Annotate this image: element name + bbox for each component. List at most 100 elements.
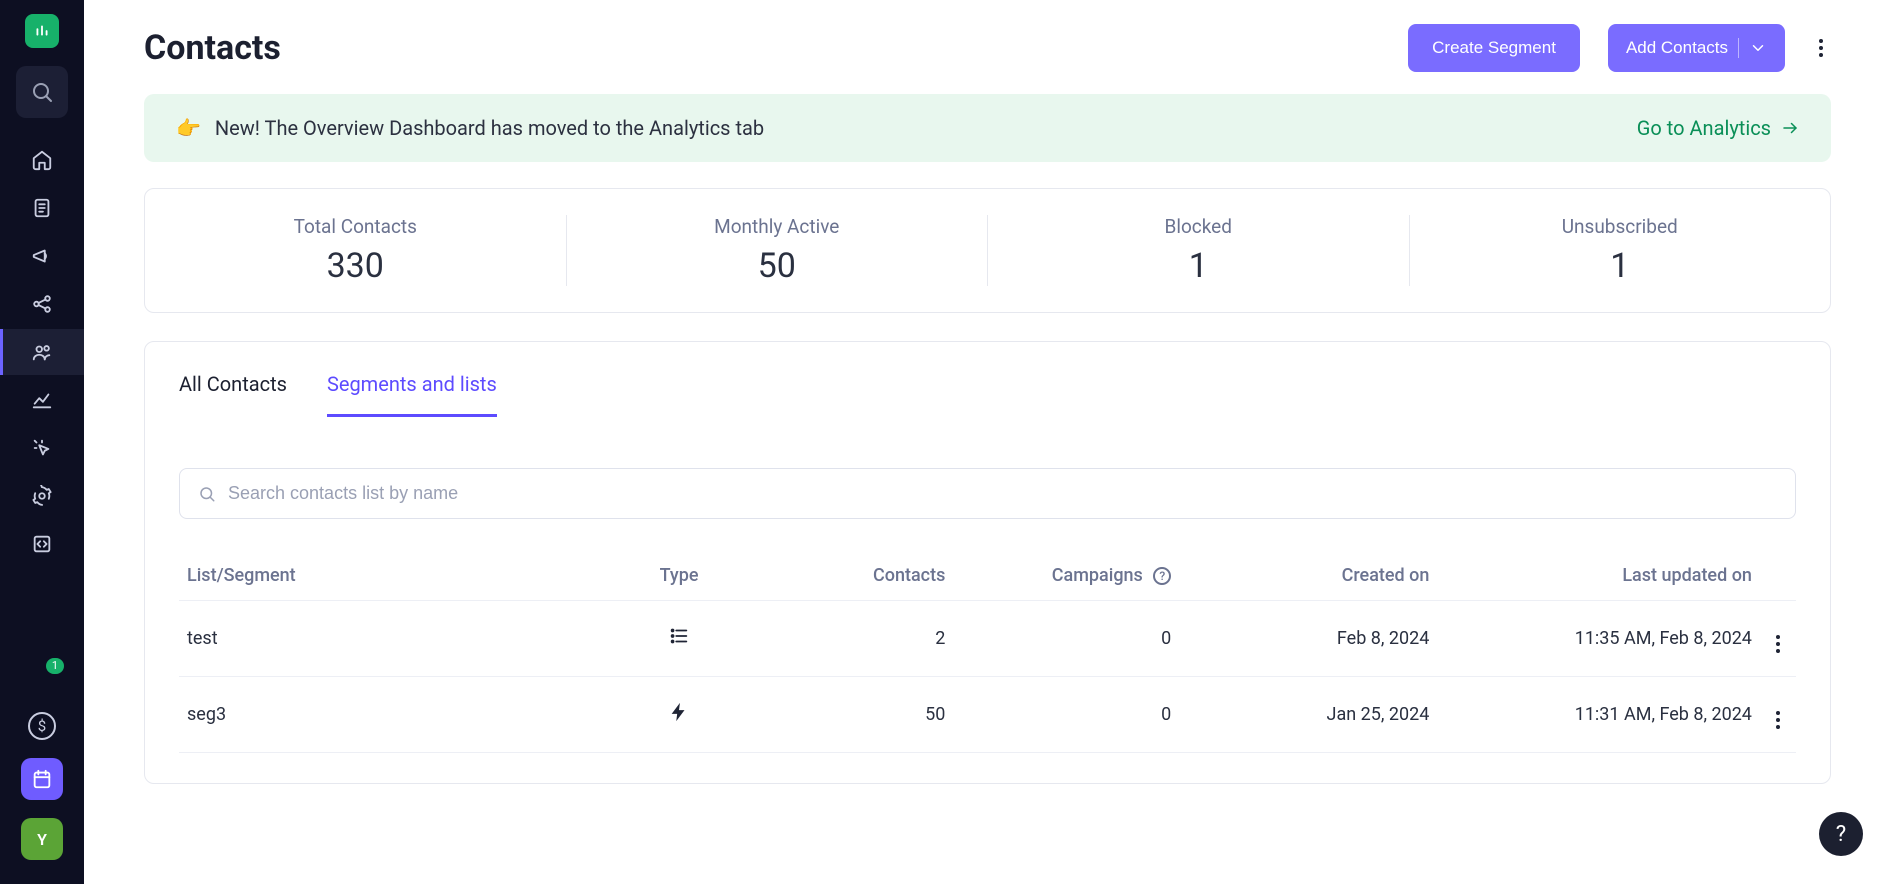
code-box-icon (31, 533, 53, 555)
button-divider (1738, 38, 1739, 58)
share-icon (31, 293, 53, 315)
nav-calendar[interactable] (21, 758, 63, 800)
tab-all-contacts[interactable]: All Contacts (179, 372, 287, 417)
sidebar-nav (0, 136, 84, 568)
calendar-icon (31, 768, 53, 790)
add-contacts-button[interactable]: Add Contacts (1608, 24, 1785, 72)
segments-panel: All Contacts Segments and lists List/Seg… (144, 341, 1831, 784)
table-row[interactable]: seg3 50 0 Jan 25, 2024 11:31 AM, Feb 8, … (179, 677, 1796, 753)
create-segment-button[interactable]: Create Segment (1408, 24, 1580, 72)
add-contacts-label: Add Contacts (1626, 38, 1728, 58)
nav-clicks[interactable] (0, 425, 84, 471)
chart-line-icon (31, 389, 53, 411)
home-icon (31, 149, 53, 171)
go-to-analytics-link[interactable]: Go to Analytics (1637, 116, 1799, 140)
dollar-icon: $ (28, 712, 56, 740)
people-icon (31, 341, 53, 363)
col-created-on: Created on (1179, 551, 1437, 601)
cell-contacts: 50 (760, 677, 954, 753)
stat-label: Monthly Active (567, 215, 988, 238)
search-icon (30, 80, 54, 104)
cell-created-on: Feb 8, 2024 (1179, 601, 1437, 677)
nav-contacts[interactable] (0, 329, 84, 375)
stat-total-contacts: Total Contacts 330 (145, 215, 567, 286)
main-content: Contacts Create Segment Add Contacts (84, 0, 1891, 884)
help-icon[interactable]: ? (1153, 567, 1171, 585)
cell-type (598, 677, 759, 753)
search-input[interactable] (228, 483, 1777, 504)
search-box[interactable] (179, 468, 1796, 519)
col-campaigns-label: Campaigns (1052, 565, 1143, 586)
gear-icon (31, 485, 53, 507)
sidebar: 1 $ Y (0, 0, 84, 884)
info-banner: 👉 New! The Overview Dashboard has moved … (144, 94, 1831, 162)
brand-logo (25, 14, 59, 48)
nav-billing[interactable]: $ (28, 712, 56, 740)
list-icon (668, 625, 690, 647)
col-campaigns: Campaigns ? (953, 551, 1179, 601)
sidebar-search-button[interactable] (16, 66, 68, 118)
header-actions: Create Segment Add Contacts (1408, 24, 1831, 72)
stat-label: Total Contacts (145, 215, 566, 238)
cell-name: seg3 (179, 677, 598, 753)
table-row[interactable]: test 2 0 Feb 8, 2024 11:35 AM, Feb 8, 20… (179, 601, 1796, 677)
banner-cta-label: Go to Analytics (1637, 116, 1771, 140)
header-more-menu[interactable] (1811, 38, 1831, 58)
cell-name: test (179, 601, 598, 677)
table-header-row: List/Segment Type Contacts Campaigns ? C… (179, 551, 1796, 601)
stat-unsubscribed: Unsubscribed 1 (1410, 215, 1831, 286)
tabs: All Contacts Segments and lists (179, 342, 1796, 418)
help-fab[interactable]: ? (1819, 812, 1863, 856)
note-icon (31, 197, 53, 219)
stat-value: 50 (567, 246, 988, 286)
cell-contacts: 2 (760, 601, 954, 677)
nav-notes[interactable] (0, 185, 84, 231)
bars-icon (31, 20, 53, 42)
col-last-updated-on: Last updated on (1437, 551, 1760, 601)
segments-table: List/Segment Type Contacts Campaigns ? C… (179, 551, 1796, 753)
nav-share[interactable] (0, 281, 84, 327)
account-avatar[interactable]: Y (21, 818, 63, 860)
pointing-hand-icon: 👉 (176, 116, 201, 140)
page-title: Contacts (144, 28, 281, 68)
notification-count-badge: 1 (46, 658, 64, 674)
question-icon: ? (1836, 822, 1846, 847)
stat-label: Unsubscribed (1410, 215, 1831, 238)
notification-badge-wrap[interactable]: 1 (0, 664, 84, 694)
nav-embed[interactable] (0, 521, 84, 567)
row-more-menu[interactable] (1768, 634, 1788, 654)
nav-campaigns[interactable] (0, 233, 84, 279)
search-icon (198, 485, 216, 503)
arrow-right-icon (1781, 119, 1799, 137)
col-type: Type (598, 551, 759, 601)
sidebar-bottom: 1 $ Y (0, 664, 84, 884)
cell-type (598, 601, 759, 677)
stats-card: Total Contacts 330 Monthly Active 50 Blo… (144, 188, 1831, 313)
nav-home[interactable] (0, 137, 84, 183)
cell-campaigns: 0 (953, 601, 1179, 677)
nav-settings[interactable] (0, 473, 84, 519)
cell-last-updated: 11:31 AM, Feb 8, 2024 (1437, 677, 1760, 753)
stat-value: 330 (145, 246, 566, 286)
megaphone-icon (31, 245, 53, 267)
stat-label: Blocked (988, 215, 1409, 238)
avatar-letter: Y (37, 830, 47, 849)
stat-monthly-active: Monthly Active 50 (567, 215, 989, 286)
tab-segments-lists[interactable]: Segments and lists (327, 372, 497, 417)
cell-created-on: Jan 25, 2024 (1179, 677, 1437, 753)
cursor-click-icon (31, 437, 53, 459)
stat-value: 1 (988, 246, 1409, 286)
cell-campaigns: 0 (953, 677, 1179, 753)
create-segment-label: Create Segment (1432, 38, 1556, 58)
stat-value: 1 (1410, 246, 1831, 286)
col-contacts: Contacts (760, 551, 954, 601)
banner-text: New! The Overview Dashboard has moved to… (215, 116, 764, 140)
nav-analytics[interactable] (0, 377, 84, 423)
stat-blocked: Blocked 1 (988, 215, 1410, 286)
bolt-icon (668, 701, 690, 723)
row-more-menu[interactable] (1768, 710, 1788, 730)
chevron-down-icon (1749, 39, 1767, 57)
page-header: Contacts Create Segment Add Contacts (144, 24, 1831, 72)
cell-last-updated: 11:35 AM, Feb 8, 2024 (1437, 601, 1760, 677)
col-list-segment: List/Segment (179, 551, 598, 601)
